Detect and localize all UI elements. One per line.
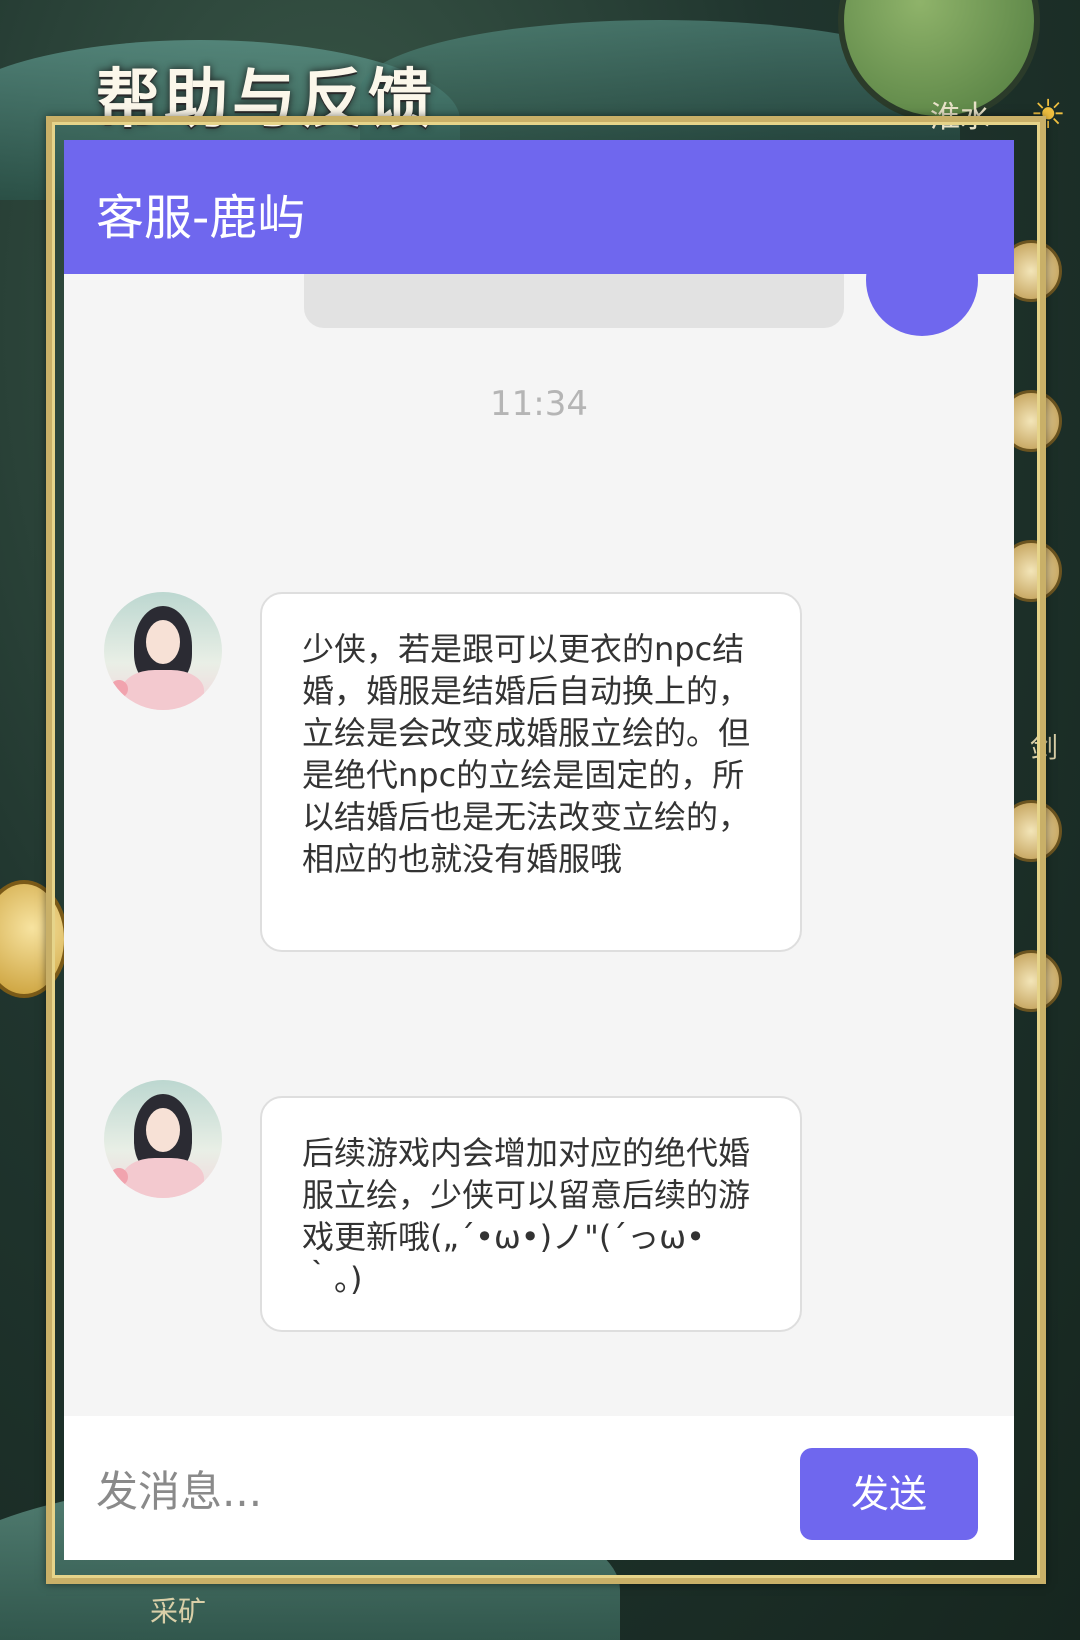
message-bubble: 后续游戏内会增加对应的绝代婚服立绘，少侠可以留意后续的游戏更新哦(„´•ω•)ノ… <box>260 1096 802 1332</box>
previous-message-bubble <box>304 274 844 328</box>
composer: 发送 <box>64 1416 1014 1560</box>
message-timestamp: 11:34 <box>490 384 588 424</box>
send-button[interactable]: 发送 <box>800 1448 978 1540</box>
message-input[interactable] <box>94 1452 738 1530</box>
chat-title: 客服-鹿屿 <box>96 190 306 246</box>
agent-avatar[interactable] <box>104 1080 222 1198</box>
chat-panel: 客服-鹿屿 11:34 少侠，若是跟可以更衣的npc结婚，婚服是结婚后自动换上的… <box>64 140 1014 1560</box>
message-text: 后续游戏内会增加对应的绝代婚服立绘，少侠可以留意后续的游戏更新哦(„´•ω•)ノ… <box>302 1134 751 1298</box>
agent-avatar[interactable] <box>104 592 222 710</box>
message-bubble: 少侠，若是跟可以更衣的npc结婚，婚服是结婚后自动换上的，立绘是会改变成婚服立绘… <box>260 592 802 952</box>
chat-header: 客服-鹿屿 <box>64 140 1014 274</box>
bottom-label: 采矿 <box>150 1595 207 1628</box>
message-text: 少侠，若是跟可以更衣的npc结婚，婚服是结婚后自动换上的，立绘是会改变成婚服立绘… <box>302 630 751 878</box>
user-avatar <box>866 274 978 336</box>
message-list[interactable]: 11:34 少侠，若是跟可以更衣的npc结婚，婚服是结婚后自动换上的，立绘是会改… <box>64 274 1014 1416</box>
